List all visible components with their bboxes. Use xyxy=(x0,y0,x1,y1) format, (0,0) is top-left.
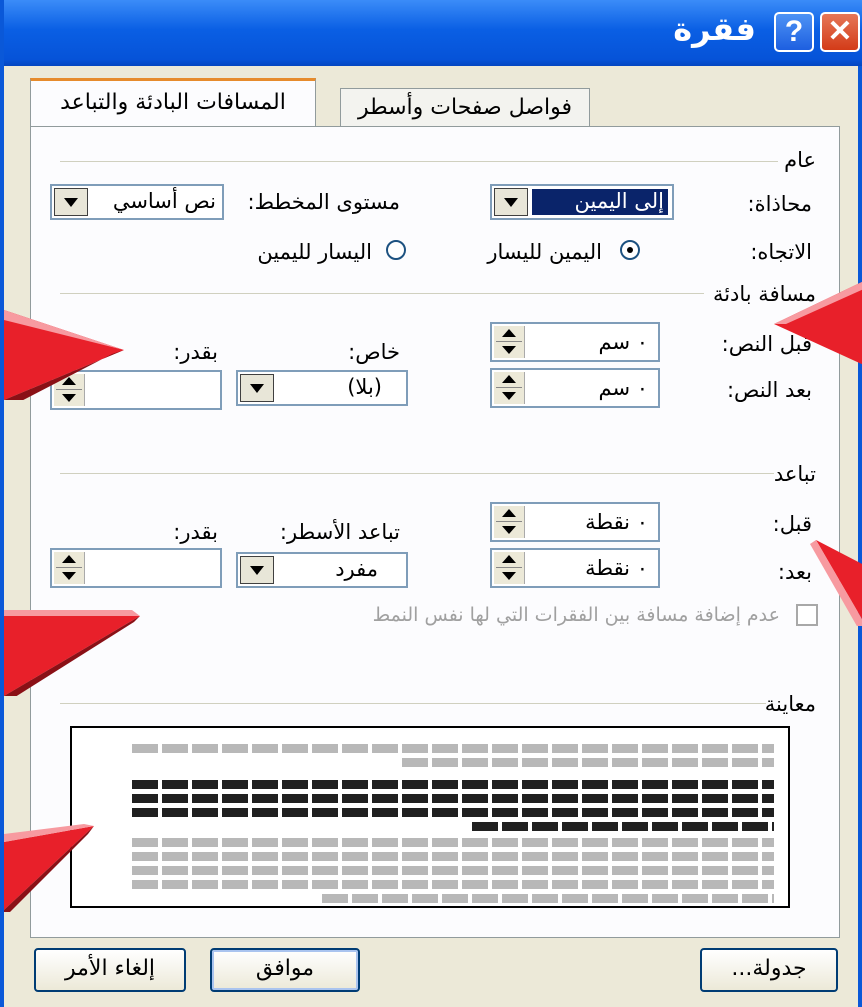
after-text-spinner[interactable]: ٠ سم xyxy=(490,368,660,408)
line-spacing-label: تباعد الأسطر: xyxy=(279,520,400,544)
preview-separator xyxy=(60,703,766,704)
line-spacing-dropdown[interactable]: مفرد xyxy=(236,552,408,588)
preview-section-label: معاينة xyxy=(764,692,816,716)
special-dropdown[interactable]: (بلا) xyxy=(236,370,408,406)
spacing-after-value: ٠ نقطة xyxy=(585,556,648,580)
tab-strip: فواصل صفحات وأسطر المسافات البادئة والتب… xyxy=(30,78,840,130)
spacing-after-spinner[interactable]: ٠ نقطة xyxy=(490,548,660,588)
help-button[interactable]: ? xyxy=(774,12,814,52)
preview-box xyxy=(70,726,790,908)
callout-arrow-spacing-icon xyxy=(4,610,140,696)
spacing-before-value: ٠ نقطة xyxy=(585,510,648,534)
chevron-down-icon[interactable] xyxy=(240,556,274,584)
spinner-arrows-icon[interactable] xyxy=(494,552,525,584)
spinner-arrows-icon[interactable] xyxy=(494,326,525,358)
rtl-radio-label: اليمين لليسار xyxy=(487,240,602,264)
ok-button[interactable]: موافق xyxy=(210,948,360,992)
callout-arrow-indent-icon xyxy=(4,310,124,400)
alignment-dropdown[interactable]: إلى اليمين xyxy=(490,184,674,220)
alignment-value: إلى اليمين xyxy=(532,189,668,215)
tab-indents-spacing[interactable]: المسافات البادئة والتباعد xyxy=(30,78,316,130)
before-text-value: ٠ سم xyxy=(598,330,648,354)
cancel-button[interactable]: إلغاء الأمر xyxy=(34,948,186,992)
callout-arrow-after-icon xyxy=(810,540,862,626)
spacing-separator xyxy=(60,473,774,474)
spinner-arrows-icon[interactable] xyxy=(494,372,525,404)
after-text-value: ٠ سم xyxy=(598,376,648,400)
direction-label: الاتجاه: xyxy=(750,240,812,264)
general-section-label: عام xyxy=(784,148,816,172)
callout-arrow-preview-icon xyxy=(4,824,94,912)
tabs-button[interactable]: جدولة... xyxy=(700,948,838,992)
title-bar[interactable]: فقرة ? ✕ xyxy=(4,0,862,66)
spinner-arrows-icon[interactable] xyxy=(494,506,525,538)
special-value: (بلا) xyxy=(347,375,382,399)
ltr-radio-label: اليسار لليمين xyxy=(257,240,372,264)
indent-by-label: بقدر: xyxy=(173,340,218,364)
line-spacing-at-label: بقدر: xyxy=(173,520,218,544)
spacing-before-spinner[interactable]: ٠ نقطة xyxy=(490,502,660,542)
callout-arrow-before-text-icon xyxy=(774,281,862,365)
indent-separator xyxy=(60,293,704,294)
paragraph-dialog: فقرة ? ✕ فواصل صفحات وأسطر المسافات البا… xyxy=(0,0,862,1007)
special-label: خاص: xyxy=(348,340,400,364)
ltr-radio[interactable] xyxy=(386,240,406,260)
general-separator xyxy=(60,161,778,162)
outline-level-label: مستوى المخطط: xyxy=(247,190,400,214)
no-space-checkbox-label: عدم إضافة مسافة بين الفقرات التي لها نفس… xyxy=(372,604,780,626)
outline-level-value: نص أساسي xyxy=(112,189,216,213)
tab-line-page-breaks[interactable]: فواصل صفحات وأسطر xyxy=(340,88,590,128)
spacing-section-label: تباعد xyxy=(773,462,816,486)
alignment-label: محاذاة: xyxy=(747,192,812,216)
chevron-down-icon[interactable] xyxy=(494,188,528,216)
spacing-before-label: قبل: xyxy=(772,512,812,536)
before-text-spinner[interactable]: ٠ سم xyxy=(490,322,660,362)
outline-level-dropdown[interactable]: نص أساسي xyxy=(50,184,224,220)
dialog-title: فقرة xyxy=(673,10,756,48)
line-spacing-at-spinner[interactable] xyxy=(50,548,222,588)
spacing-after-label: بعد: xyxy=(777,560,812,584)
rtl-radio[interactable] xyxy=(620,240,640,260)
line-spacing-value: مفرد xyxy=(335,557,378,581)
chevron-down-icon[interactable] xyxy=(240,374,274,402)
after-text-label: بعد النص: xyxy=(726,378,812,402)
chevron-down-icon[interactable] xyxy=(54,188,88,216)
close-button[interactable]: ✕ xyxy=(820,12,860,52)
spinner-arrows-icon[interactable] xyxy=(54,552,85,584)
